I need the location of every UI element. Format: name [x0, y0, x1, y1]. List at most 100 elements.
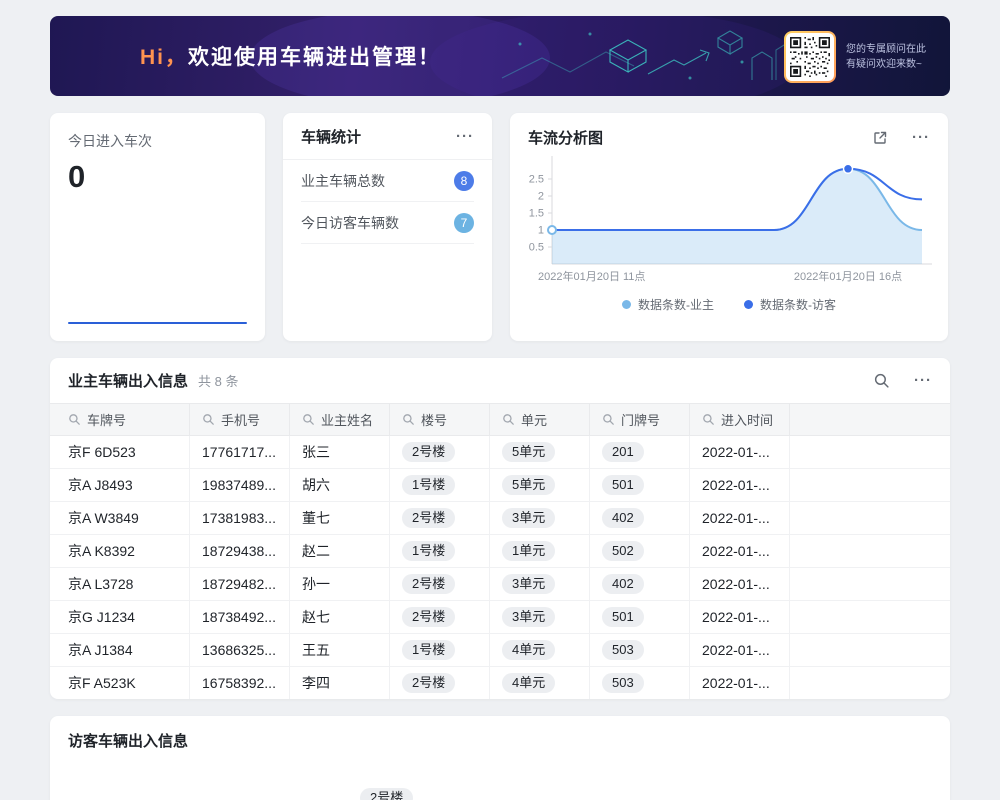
stat-label: 今日进入车次 [68, 131, 247, 151]
legend-dot-icon [622, 300, 631, 309]
tag-pill: 2号楼 [402, 508, 455, 528]
tag-pill: 1单元 [502, 541, 555, 561]
table-cell: 2022-01-... [690, 436, 790, 469]
export-icon[interactable] [872, 130, 888, 146]
tag-pill: 5单元 [502, 475, 555, 495]
tag-pill: 1号楼 [402, 640, 455, 660]
tag-pill: 3单元 [502, 607, 555, 627]
table-cell-filler [790, 634, 950, 667]
table-cell: 4单元 [490, 667, 590, 699]
table-cell-filler [790, 436, 950, 469]
svg-text:2: 2 [538, 191, 544, 203]
qr-pattern [790, 37, 830, 77]
table-cell: 2号楼 [390, 568, 490, 601]
stats-list-item: 业主车辆总数 8 [301, 160, 474, 202]
tag-pill: 3单元 [502, 508, 555, 528]
field-lookup-icon [202, 413, 215, 426]
table-cell: 京A W3849 [50, 502, 190, 535]
table-cell-filler [790, 535, 950, 568]
tag-pill: 4单元 [502, 640, 555, 660]
table-row[interactable]: 京F A523K16758392...李四2号楼4单元5032022-01-..… [50, 667, 950, 699]
column-header: 手机号 [190, 404, 290, 436]
table-cell-filler [790, 568, 950, 601]
more-icon[interactable]: ··· [912, 130, 930, 145]
table-cell: 5单元 [490, 436, 590, 469]
tag-pill: 1号楼 [402, 475, 455, 495]
field-lookup-icon [68, 413, 81, 426]
table-cell: 2022-01-... [690, 568, 790, 601]
table-cell: 17381983... [190, 502, 290, 535]
column-label: 单元 [521, 410, 547, 429]
table-cell: 201 [590, 436, 690, 469]
table-cell: 1号楼 [390, 535, 490, 568]
table-cell: 3单元 [490, 568, 590, 601]
column-label: 进入时间 [721, 410, 773, 429]
table-cell: 2022-01-... [690, 469, 790, 502]
table-row[interactable]: 京A K839218729438...赵二1号楼1单元5022022-01-..… [50, 535, 950, 568]
table-row[interactable]: 京A L372818729482...孙一2号楼3单元4022022-01-..… [50, 568, 950, 601]
more-icon[interactable]: ··· [914, 373, 932, 388]
table-cell: 4单元 [490, 634, 590, 667]
qr-frame [784, 31, 836, 83]
legend-item[interactable]: 数据条数-访客 [744, 296, 836, 313]
chart-legend: 数据条数-业主 数据条数-访客 [510, 296, 948, 313]
table-row[interactable]: 京A J849319837489...胡六1号楼5单元5012022-01-..… [50, 469, 950, 502]
more-icon[interactable]: ··· [456, 129, 474, 144]
today-entries-card: 今日进入车次 0 [50, 113, 265, 341]
table-cell: 孙一 [290, 568, 390, 601]
table-row[interactable]: 京G J123418738492...赵七2号楼3单元5012022-01-..… [50, 601, 950, 634]
legend-item[interactable]: 数据条数-业主 [622, 296, 714, 313]
svg-text:2022年01月20日 11点: 2022年01月20日 11点 [538, 269, 645, 283]
table-cell: 胡六 [290, 469, 390, 502]
table-cell: 2022-01-... [690, 601, 790, 634]
svg-text:0.5: 0.5 [529, 242, 544, 254]
table-cell-filler [790, 601, 950, 634]
table-cell: 京A J1384 [50, 634, 190, 667]
welcome-banner: Hi，欢迎使用车辆进出管理！ [50, 16, 950, 96]
field-lookup-icon [402, 413, 415, 426]
table-row[interactable]: 京F 6D52317761717...张三2号楼5单元2012022-01-..… [50, 436, 950, 469]
table-row[interactable]: 京A J138413686325...王五1号楼4单元5032022-01-..… [50, 634, 950, 667]
magnifier-glyph [873, 372, 890, 389]
table-cell: 2022-01-... [690, 667, 790, 699]
table-cell: 17761717... [190, 436, 290, 469]
tag-pill: 501 [602, 607, 644, 627]
table-cell: 王五 [290, 634, 390, 667]
column-header: 楼号 [390, 404, 490, 436]
tag-pill: 3单元 [502, 574, 555, 594]
table-cell: 402 [590, 568, 690, 601]
tag-pill: 2号楼 [402, 442, 455, 462]
table-cell: 13686325... [190, 634, 290, 667]
table-cell: 2号楼 [390, 436, 490, 469]
table-cell: 京G J1234 [50, 601, 190, 634]
owner-table-card: 业主车辆出入信息 共 8 条 ··· 车牌号 手机号 [50, 358, 950, 699]
traffic-chart-card: 车流分析图 ··· 0.511.522.52022年01月20日 11点2022… [510, 113, 948, 341]
owner-table-header-row: 车牌号 手机号 业主姓名 楼号 单元 门牌号 [50, 403, 950, 436]
table-cell: 董七 [290, 502, 390, 535]
column-header: 业主姓名 [290, 404, 390, 436]
table-cell: 502 [590, 535, 690, 568]
stat-item-label: 业主车辆总数 [301, 171, 385, 191]
tag-pill: 4单元 [502, 673, 555, 693]
column-label: 楼号 [421, 410, 447, 429]
stat-item-label: 今日访客车辆数 [301, 213, 399, 233]
tag-pill: 503 [602, 640, 644, 660]
svg-text:1: 1 [538, 225, 544, 237]
table-cell: 赵二 [290, 535, 390, 568]
table-row[interactable]: 京A W384917381983...董七2号楼3单元4022022-01-..… [50, 502, 950, 535]
owner-table-body: 京F 6D52317761717...张三2号楼5单元2012022-01-..… [50, 436, 950, 699]
consultant-qr-area: 您的专属顾问在此 有疑问欢迎来数~ [784, 31, 926, 83]
table-cell: 张三 [290, 436, 390, 469]
table-cell: 503 [590, 634, 690, 667]
stat-item-badge: 8 [454, 171, 474, 191]
banner-hi-text: Hi， [140, 46, 188, 69]
column-header: 车牌号 [50, 404, 190, 436]
table-cell: 1单元 [490, 535, 590, 568]
card-title: 车流分析图 [528, 127, 603, 148]
tag-pill: 201 [602, 442, 644, 462]
table-cell: 18729482... [190, 568, 290, 601]
table-cell: 501 [590, 469, 690, 502]
column-label: 手机号 [221, 410, 260, 429]
stat-item-badge: 7 [454, 213, 474, 233]
search-icon[interactable] [873, 372, 890, 389]
